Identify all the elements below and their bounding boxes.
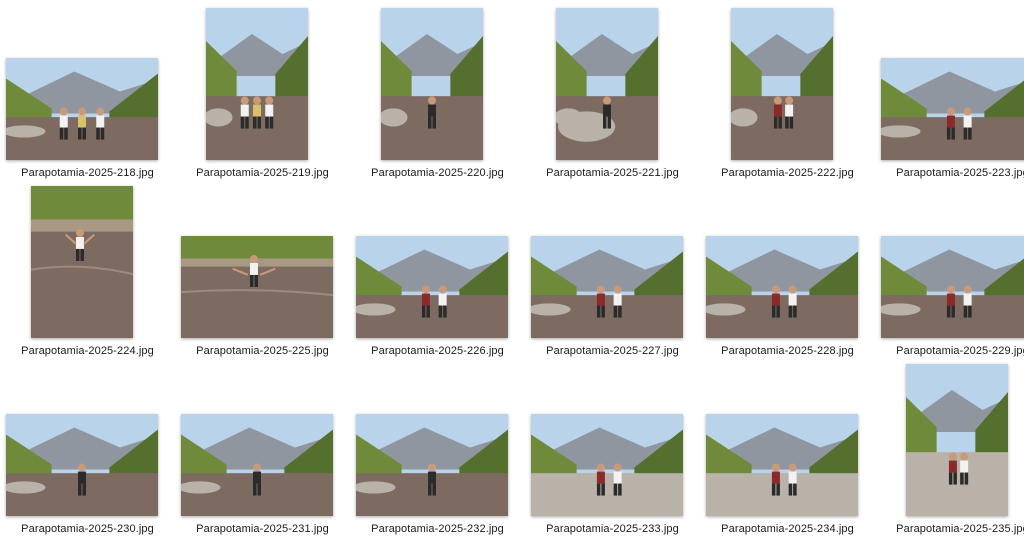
image-thumbnail[interactable]	[530, 236, 683, 338]
file-item[interactable]: Parapotamia-2025-228.jpg	[700, 182, 875, 357]
file-name-label: Parapotamia-2025-222.jpg	[721, 167, 854, 179]
file-name-label: Parapotamia-2025-233.jpg	[546, 523, 679, 535]
file-item[interactable]: Parapotamia-2025-227.jpg	[525, 182, 700, 357]
thumbnail-area	[525, 360, 700, 516]
thumbnail-area	[875, 182, 1024, 338]
file-name-label: Parapotamia-2025-218.jpg	[21, 167, 154, 179]
file-name-label: Parapotamia-2025-223.jpg	[896, 167, 1024, 179]
file-item[interactable]: Parapotamia-2025-220.jpg	[350, 4, 525, 179]
file-item[interactable]: Parapotamia-2025-226.jpg	[350, 182, 525, 357]
image-thumbnail[interactable]	[555, 8, 658, 160]
file-name-label: Parapotamia-2025-220.jpg	[371, 167, 504, 179]
file-name-label: Parapotamia-2025-225.jpg	[196, 345, 329, 357]
file-item[interactable]: Parapotamia-2025-229.jpg	[875, 182, 1024, 357]
thumbnail-area	[175, 182, 350, 338]
thumbnail-area	[350, 182, 525, 338]
file-name-label: Parapotamia-2025-228.jpg	[721, 345, 854, 357]
thumbnail-area	[0, 182, 175, 338]
file-item[interactable]: Parapotamia-2025-231.jpg	[175, 360, 350, 535]
file-item[interactable]: Parapotamia-2025-224.jpg	[0, 182, 175, 357]
image-thumbnail[interactable]	[905, 364, 1008, 516]
file-item[interactable]: Parapotamia-2025-222.jpg	[700, 4, 875, 179]
image-thumbnail[interactable]	[880, 236, 1024, 338]
file-item[interactable]: Parapotamia-2025-218.jpg	[0, 4, 175, 179]
image-thumbnail[interactable]	[530, 414, 683, 516]
file-item[interactable]: Parapotamia-2025-219.jpg	[175, 4, 350, 179]
file-item[interactable]: Parapotamia-2025-235.jpg	[875, 360, 1024, 535]
file-item[interactable]: Parapotamia-2025-233.jpg	[525, 360, 700, 535]
file-item[interactable]: Parapotamia-2025-221.jpg	[525, 4, 700, 179]
file-name-label: Parapotamia-2025-229.jpg	[896, 345, 1024, 357]
thumbnail-area	[175, 4, 350, 160]
image-thumbnail[interactable]	[5, 58, 158, 160]
file-item[interactable]: Parapotamia-2025-234.jpg	[700, 360, 875, 535]
file-name-label: Parapotamia-2025-221.jpg	[546, 167, 679, 179]
image-thumbnail[interactable]	[205, 8, 308, 160]
thumbnail-area	[875, 360, 1024, 516]
file-name-label: Parapotamia-2025-219.jpg	[196, 167, 329, 179]
file-name-label: Parapotamia-2025-235.jpg	[896, 523, 1024, 535]
file-name-label: Parapotamia-2025-230.jpg	[21, 523, 154, 535]
file-thumbnail-grid: Parapotamia-2025-218.jpg Parapotamia-202…	[0, 0, 1024, 547]
thumbnail-area	[0, 4, 175, 160]
file-name-label: Parapotamia-2025-227.jpg	[546, 345, 679, 357]
file-name-label: Parapotamia-2025-226.jpg	[371, 345, 504, 357]
file-name-label: Parapotamia-2025-231.jpg	[196, 523, 329, 535]
image-thumbnail[interactable]	[180, 236, 333, 338]
image-thumbnail[interactable]	[705, 414, 858, 516]
file-item[interactable]: Parapotamia-2025-230.jpg	[0, 360, 175, 535]
thumbnail-area	[700, 182, 875, 338]
file-item[interactable]: Parapotamia-2025-223.jpg	[875, 4, 1024, 179]
image-thumbnail[interactable]	[5, 414, 158, 516]
file-item[interactable]: Parapotamia-2025-225.jpg	[175, 182, 350, 357]
thumbnail-area	[700, 4, 875, 160]
thumbnail-area	[0, 360, 175, 516]
image-thumbnail[interactable]	[355, 236, 508, 338]
thumbnail-area	[875, 4, 1024, 160]
thumbnail-area	[525, 4, 700, 160]
thumbnail-area	[350, 360, 525, 516]
file-name-label: Parapotamia-2025-234.jpg	[721, 523, 854, 535]
thumbnail-area	[525, 182, 700, 338]
file-name-label: Parapotamia-2025-224.jpg	[21, 345, 154, 357]
image-thumbnail[interactable]	[380, 8, 483, 160]
file-name-label: Parapotamia-2025-232.jpg	[371, 523, 504, 535]
image-thumbnail[interactable]	[705, 236, 858, 338]
thumbnail-area	[175, 360, 350, 516]
image-thumbnail[interactable]	[355, 414, 508, 516]
image-thumbnail[interactable]	[730, 8, 833, 160]
thumbnail-area	[700, 360, 875, 516]
image-thumbnail[interactable]	[180, 414, 333, 516]
file-item[interactable]: Parapotamia-2025-232.jpg	[350, 360, 525, 535]
image-thumbnail[interactable]	[880, 58, 1024, 160]
image-thumbnail[interactable]	[30, 186, 133, 338]
thumbnail-area	[350, 4, 525, 160]
